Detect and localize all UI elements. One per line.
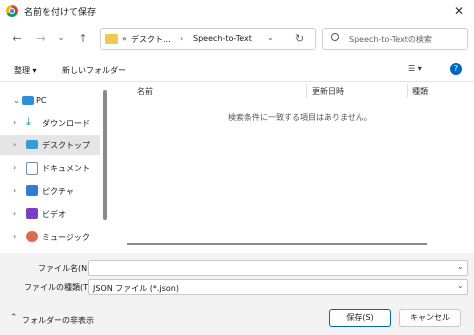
search-field[interactable]: Speech-to-Textの検索 [322,28,468,50]
chevron-right-icon[interactable]: › [13,118,16,127]
save-form: ファイル名(N): ⌄ ファイルの種類(T): JSON ファイル (*.jso… [0,253,474,335]
chevron-right-icon[interactable]: › [13,140,16,149]
sidebar-item-label: ピクチャ [42,187,74,196]
sidebar-item-label: ビデオ [42,210,66,219]
close-button[interactable]: ✕ [446,1,472,21]
column-divider[interactable] [407,84,408,98]
command-bar: 整理 ▾ 新しいフォルダー ☰ ▾ ? [0,56,474,82]
window-title: 名前を付けて保存 [24,8,97,18]
sidebar-item-label: ダウンロード [42,119,90,128]
chevron-down-icon[interactable]: ⌄ [13,96,20,105]
filename-input[interactable]: ⌄ [88,260,468,276]
sidebar-item-pictures[interactable]: › ピクチャ [0,181,100,201]
address-overflow[interactable]: « [122,34,127,43]
desktop-icon [26,140,38,149]
recent-locations-icon[interactable]: ⌄ [52,29,70,47]
up-icon[interactable]: ↑ [74,30,92,48]
empty-list-message: 検索条件に一致する項目はありません。 [228,113,372,122]
navigation-scrollbar[interactable] [103,90,107,220]
chevron-right-icon[interactable]: › [13,163,16,172]
breadcrumb-current[interactable]: Speech-to-Text [193,34,252,43]
download-icon: ⤓ [26,115,31,128]
view-options-icon[interactable]: ☰ ▾ [408,64,422,73]
address-dropdown-icon[interactable]: ⌄ [267,33,274,42]
pc-icon [22,96,34,105]
document-icon [26,162,38,175]
breadcrumb-separator[interactable]: › [180,34,183,43]
new-folder-button[interactable]: 新しいフォルダー [62,65,126,76]
title-bar: 名前を付けて保存 ✕ [0,0,474,22]
sidebar-item-documents[interactable]: › ドキュメント [0,158,100,178]
column-header-type[interactable]: 種類 [412,86,428,97]
pictures-icon [26,185,38,196]
list-horizontal-scrollbar[interactable] [127,243,427,245]
back-icon[interactable]: ← [8,30,26,48]
sidebar-item-label: ドキュメント [42,164,90,173]
filetype-value: JSON ファイル (*.json) [93,284,179,293]
chevron-up-icon[interactable]: ⌃ [10,313,18,323]
breadcrumb-desktop[interactable]: デスクト... [131,34,171,45]
sidebar-item-desktop[interactable]: › デスクトップ [0,135,100,155]
filetype-select[interactable]: JSON ファイル (*.json) ⌄ [88,279,468,295]
sidebar-item-music[interactable]: › ミュージック [0,227,100,247]
search-placeholder: Speech-to-Textの検索 [349,35,432,44]
sidebar-item-label: ミュージック [42,233,90,242]
chrome-app-icon [6,5,18,17]
chevron-down-icon[interactable]: ⌄ [457,262,464,271]
column-header-name[interactable]: 名前 [137,86,153,97]
sidebar-item-videos[interactable]: › ビデオ [0,204,100,224]
search-icon [331,33,339,41]
help-icon[interactable]: ? [450,63,462,75]
chevron-right-icon[interactable]: › [13,186,16,195]
hide-folders-toggle[interactable]: フォルダーの非表示 [22,315,94,326]
filename-label: ファイル名(N): [38,264,93,273]
music-icon [26,231,38,242]
address-bar[interactable]: « デスクト... › Speech-to-Text ⌄ ↻ [100,28,316,50]
save-button[interactable]: 保存(S) [329,309,391,327]
video-icon [26,208,38,219]
navigation-pane: ⌄ PC › ⤓ ダウンロード › デスクトップ › ドキュメント › ピクチャ… [0,83,110,253]
sidebar-item-label: PC [36,96,47,105]
refresh-icon[interactable]: ↻ [295,32,304,45]
chevron-right-icon[interactable]: › [13,209,16,218]
sidebar-item-downloads[interactable]: › ⤓ ダウンロード [0,113,100,133]
cancel-button[interactable]: キャンセル [399,309,461,327]
forward-icon[interactable]: → [32,30,50,48]
sidebar-item-pc[interactable]: ⌄ PC [0,91,100,111]
sidebar-item-label: デスクトップ [42,141,90,150]
filetype-label: ファイルの種類(T): [24,283,94,292]
chevron-down-icon[interactable]: ⌄ [457,281,464,290]
column-header-modified[interactable]: 更新日時 [312,86,344,97]
folder-icon [105,34,118,44]
column-divider[interactable] [306,84,307,98]
chevron-right-icon[interactable]: › [13,232,16,241]
organize-button[interactable]: 整理 ▾ [14,65,37,76]
